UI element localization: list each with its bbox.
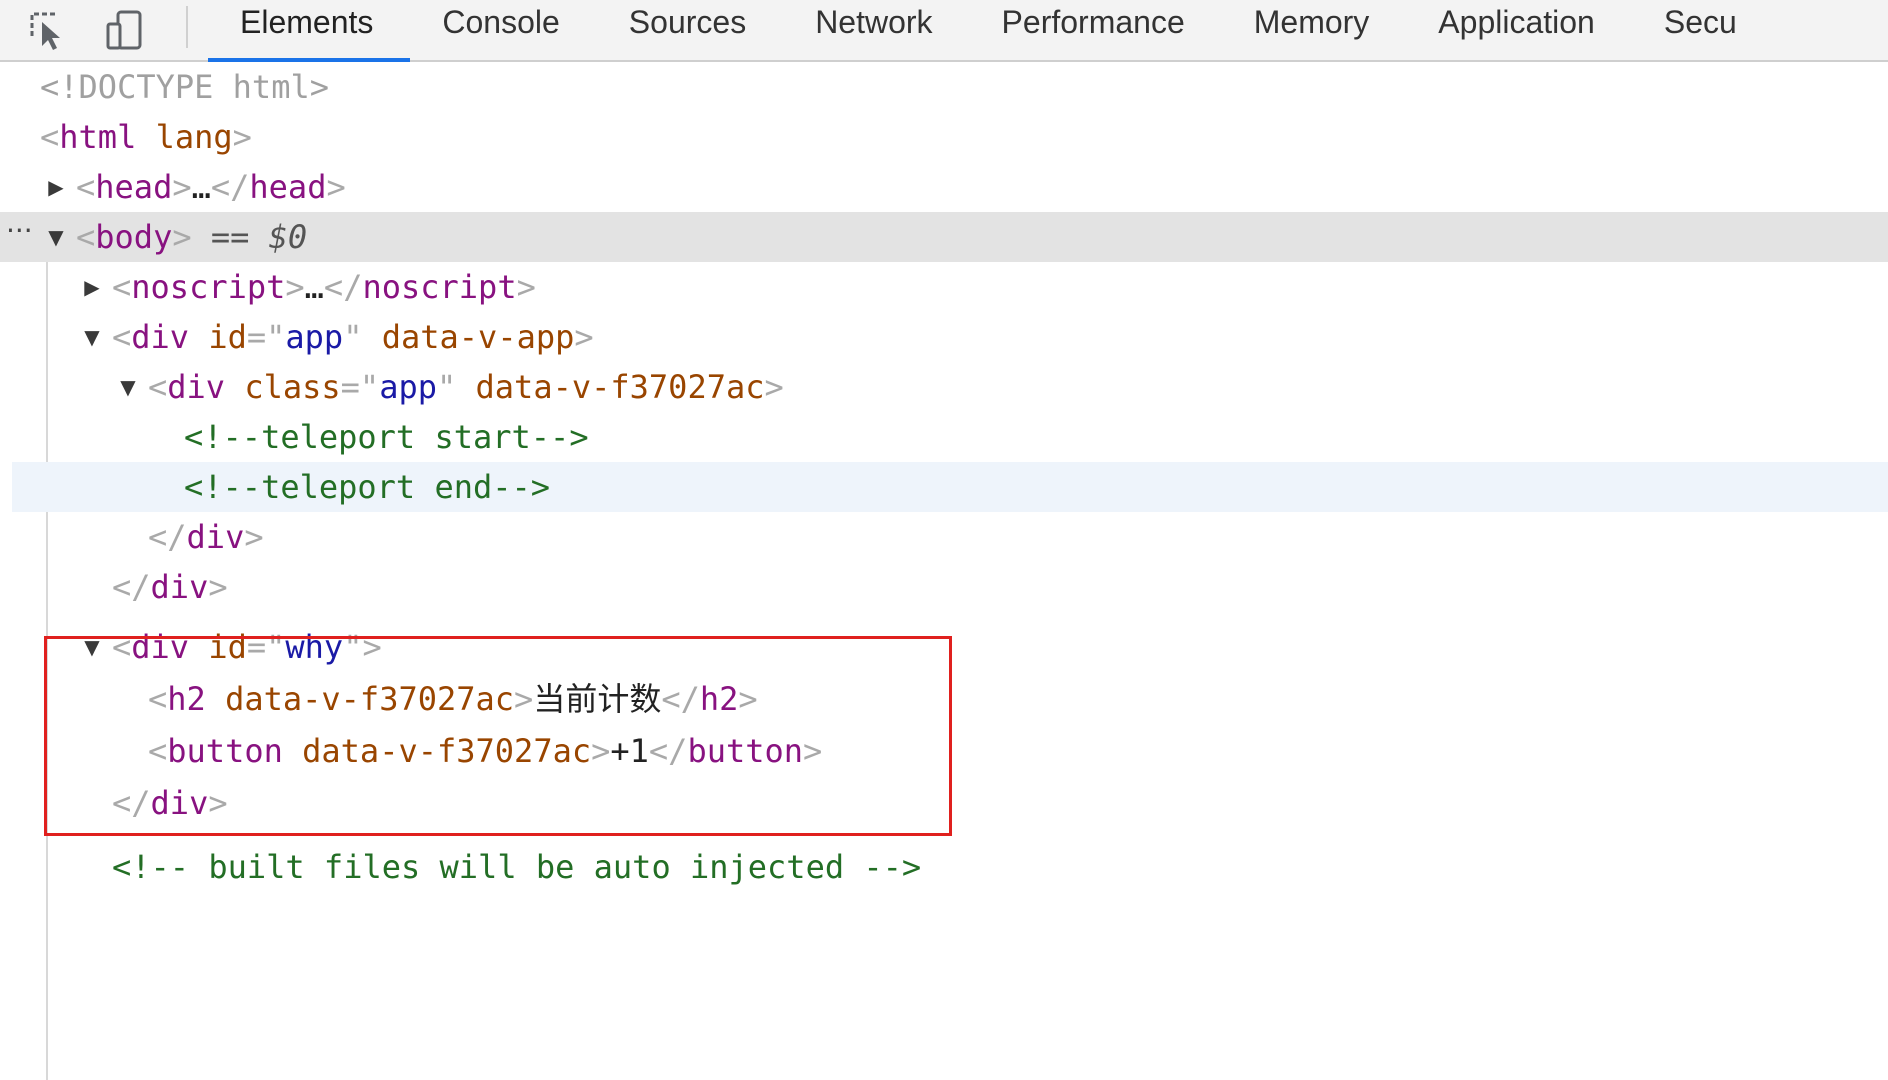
dom-node-comment-teleport-start[interactable]: <!--teleport start--> [0,412,1888,462]
dom-node-body[interactable]: ··· ▼ <body> == $0 [0,212,1888,262]
dom-node-comment-teleport-end[interactable]: <!--teleport end--> [12,462,1888,512]
tab-application[interactable]: Application [1406,0,1632,62]
expand-arrow-icon[interactable]: ▶ [46,162,66,212]
expand-arrow-icon[interactable]: ▶ [82,262,102,312]
html-open-tag: <html lang> [40,118,252,156]
more-options-icon[interactable]: ··· [6,206,33,256]
devtools-toolbar: Elements Console Sources Network Perform… [0,0,1888,62]
dom-node-close-div[interactable]: </div> [0,562,1888,612]
body-open-tag: <body> == $0 [76,218,308,256]
collapse-arrow-icon[interactable]: ▼ [82,312,102,362]
tab-network[interactable]: Network [783,0,969,62]
div-close-tag: </div> [112,568,228,606]
toolbar-divider [186,6,188,48]
dom-node-close-div[interactable]: </div> [0,512,1888,562]
tab-memory[interactable]: Memory [1222,0,1407,62]
comment-teleport-start: <!--teleport start--> [184,418,589,456]
inspect-element-icon[interactable] [26,8,70,52]
dom-node-noscript[interactable]: ▶ <noscript>…</noscript> [0,262,1888,312]
bottom-edge [0,896,1888,902]
panel-tabs: Elements Console Sources Network Perform… [208,0,1737,62]
dom-node-html[interactable]: <html lang> [0,112,1888,162]
tab-console[interactable]: Console [410,0,596,62]
dom-node-div-app[interactable]: ▼ <div id="app" data-v-app> [0,312,1888,362]
div-close-tag: </div> [148,518,264,556]
dom-node-div-class-app[interactable]: ▼ <div class="app" data-v-f37027ac> [0,362,1888,412]
div-class-app-open-tag: <div class="app" data-v-f37027ac> [148,368,784,406]
collapse-arrow-icon[interactable]: ▼ [118,362,138,412]
comment-built-files: <!-- built files will be auto injected -… [112,848,922,886]
dom-node-head[interactable]: ▶ <head>…</head> [0,162,1888,212]
device-toggle-icon[interactable] [104,8,148,52]
tab-security[interactable]: Secu [1632,0,1737,62]
comment-teleport-end: <!--teleport end--> [184,468,551,506]
noscript-tag: <noscript>…</noscript> [112,268,536,306]
dom-node-doctype[interactable]: <!DOCTYPE html> [0,62,1888,112]
dom-node-comment-built-files[interactable]: <!-- built files will be auto injected -… [0,842,1888,892]
tab-sources[interactable]: Sources [597,0,783,62]
tab-performance[interactable]: Performance [970,0,1222,62]
highlight-box [44,636,952,836]
collapse-arrow-icon[interactable]: ▼ [46,212,66,262]
head-tag: <head>…</head> [76,168,346,206]
tab-elements[interactable]: Elements [208,0,411,62]
doctype-text: <!DOCTYPE html> [40,68,329,106]
div-app-open-tag: <div id="app" data-v-app> [112,318,594,356]
